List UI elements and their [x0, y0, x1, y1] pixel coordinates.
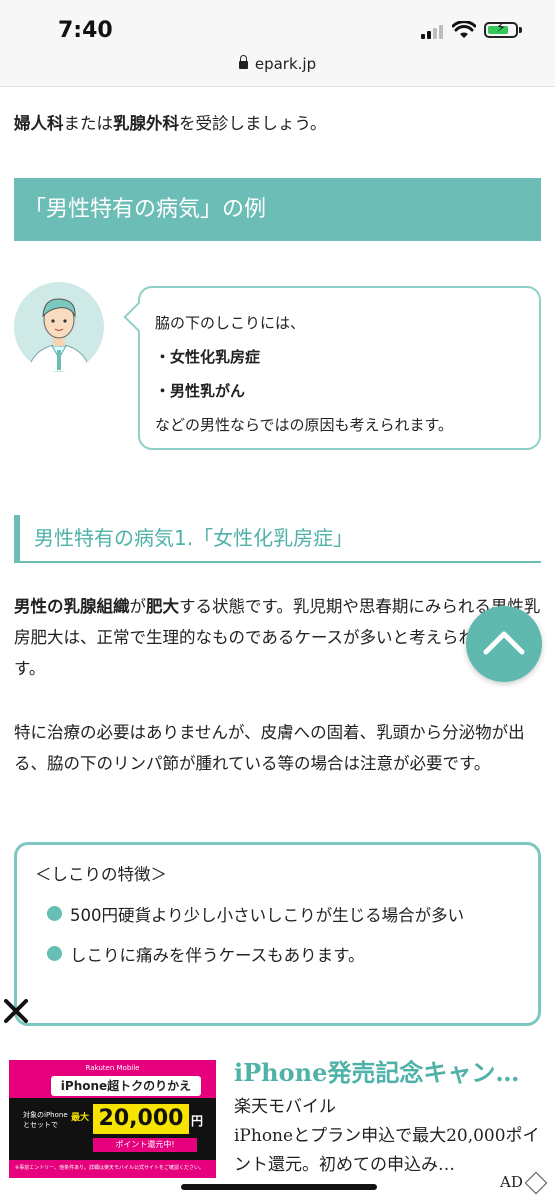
wifi-icon	[452, 21, 476, 38]
para1-bold-2: 肥大	[146, 597, 179, 616]
ad-image[interactable]: Rakuten Mobile iPhone超トクのりかえ 対象のiPhone と…	[9, 1060, 216, 1178]
intro-bold-2: 乳腺外科	[113, 114, 179, 133]
url-bar[interactable]: epark.jp	[0, 55, 555, 73]
feature-item-1: 500円硬貨より少し小さいしこりが生じる場合が多い	[35, 901, 538, 931]
intro-bold-1: 婦人科	[14, 114, 64, 133]
bubble-line-1: 脇の下のしこりには、	[155, 314, 306, 332]
bubble-line-4: などの男性ならではの原因も考えられます。	[155, 416, 454, 434]
bullet-dot-icon	[47, 946, 62, 961]
feature-item-2: しこりに痛みを伴うケースもあります。	[35, 941, 538, 971]
doctor-avatar	[14, 282, 104, 372]
intro-text-2: を受診しましょう。	[179, 114, 327, 133]
ad-advertiser: 楽天モバイル	[234, 1097, 336, 1117]
paragraph-2: 特に治療の必要はありませんが、皮膚への固着、乳頭から分泌物が出る、脇の下のリンパ…	[14, 723, 525, 773]
chevron-up-icon	[483, 631, 525, 655]
ad-title[interactable]: iPhone発売記念キャン…	[234, 1053, 555, 1088]
feature-box-title: ＜しこりの特徴＞	[35, 865, 167, 884]
battery-tip	[519, 27, 522, 33]
feature-item-2-text: しこりに痛みを伴うケースもあります。	[70, 946, 365, 965]
battery-icon: ⚡	[484, 20, 518, 38]
scroll-top-button[interactable]	[466, 606, 542, 682]
ad-image-amount: 20,000	[93, 1104, 189, 1134]
feature-item-1-text: 500円硬貨より少し小さいしこりが生じる場合が多い	[70, 906, 465, 925]
bubble-item-1: ・女性化乳房症	[155, 348, 261, 366]
intro-text-1: または	[63, 114, 114, 133]
lock-icon	[238, 55, 248, 69]
ad-image-target: 対象のiPhone とセットで	[23, 1111, 68, 1129]
ad-image-fine-print: ※事前エントリー、他条件あり。詳細は楽天モバイル公式サイトをご確認ください。	[15, 1165, 205, 1171]
bubble-pointer	[123, 301, 155, 333]
bubble-item-2: ・男性乳がん	[155, 382, 246, 400]
subheading: 男性特有の病気1.「女性化乳房症」	[14, 515, 541, 563]
paragraph-1: 男性の乳腺組織が肥大する状態です。乳児期や思春期にみられる男性乳房肥大は、正常で…	[14, 591, 544, 684]
para1-text-1: が	[129, 597, 147, 616]
bullet-dot-icon	[47, 906, 62, 921]
ad-badge: AD	[500, 1173, 523, 1191]
ad-image-offer: 対象のiPhone とセットで 最大 20,000 円 ポイント還元中!	[9, 1098, 216, 1160]
ad-image-banner: iPhone超トクのりかえ	[51, 1076, 201, 1096]
ad-image-points: ポイント還元中!	[93, 1138, 197, 1152]
ad-image-unit: 円	[191, 1114, 204, 1128]
ad-image-brand: Rakuten Mobile	[85, 1064, 140, 1072]
ad-image-max: 最大	[71, 1113, 90, 1123]
home-indicator	[181, 1184, 377, 1190]
status-time: 7:40	[58, 18, 113, 43]
intro-paragraph: 婦人科または乳腺外科を受診しましょう。	[14, 108, 544, 139]
close-icon[interactable]	[3, 998, 29, 1024]
ad-description: iPhoneとプラン申込で最大20,000ポイント還元。初めての申込み…	[234, 1126, 540, 1175]
signal-icon	[421, 23, 447, 39]
para1-bold-1: 男性の乳腺組織	[14, 597, 130, 616]
feature-box: ＜しこりの特徴＞ 500円硬貨より少し小さいしこりが生じる場合が多い しこりに痛…	[14, 842, 541, 1026]
speech-bubble: 脇の下のしこりには、 ・女性化乳房症 ・男性乳がん などの男性ならではの原因も考…	[123, 286, 541, 450]
section-heading: 「男性特有の病気」の例	[14, 178, 541, 241]
ad-banner[interactable]: Rakuten Mobile iPhone超トクのりかえ 対象のiPhone と…	[0, 1040, 555, 1200]
url-text: epark.jp	[254, 55, 317, 73]
browser-status-bar: 7:40 ⚡ epark.jp	[0, 0, 555, 87]
